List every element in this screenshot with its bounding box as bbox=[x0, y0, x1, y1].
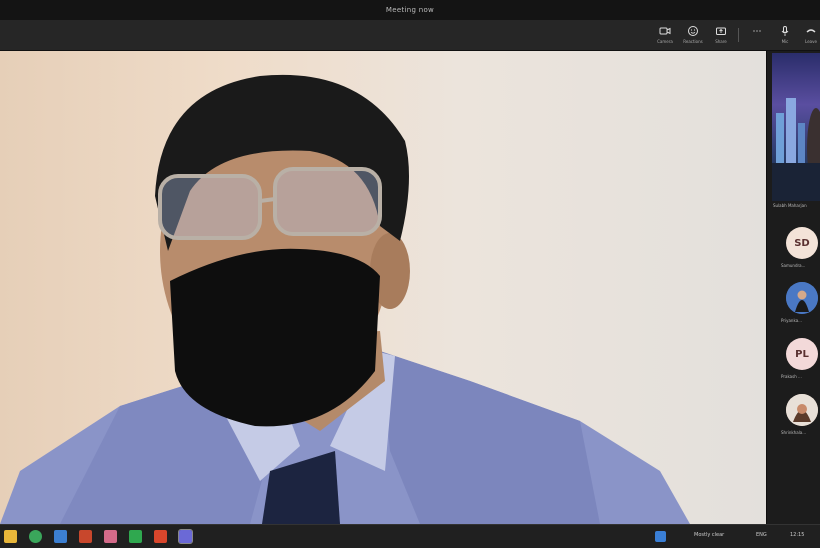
person-photo-icon bbox=[786, 394, 818, 426]
file-explorer-icon[interactable] bbox=[4, 530, 17, 543]
participant-name: Samundra... bbox=[781, 263, 806, 268]
share-label: Share bbox=[715, 39, 727, 44]
powerpoint-icon[interactable] bbox=[79, 530, 92, 543]
featured-participant-name: Sulabh Maharjan bbox=[773, 203, 807, 208]
avatar-photo bbox=[786, 394, 818, 426]
avatar: SD bbox=[786, 227, 818, 259]
leave-button[interactable]: Leave bbox=[800, 23, 820, 47]
participant-tile[interactable]: Shrinkhala... bbox=[772, 394, 820, 444]
camera-button[interactable]: Camera bbox=[652, 23, 678, 47]
store-icon[interactable] bbox=[54, 530, 67, 543]
tray-clock[interactable]: 12:15 bbox=[790, 532, 804, 538]
window-title: Meeting now bbox=[385, 6, 435, 14]
more-icon bbox=[753, 30, 761, 32]
reactions-label: Reactions bbox=[683, 39, 703, 44]
teams-meeting-icon[interactable] bbox=[178, 529, 193, 544]
tray-app-icon[interactable] bbox=[655, 531, 666, 542]
participant-name: Prakash ... bbox=[781, 374, 802, 379]
camera-label: Camera bbox=[657, 39, 673, 44]
person-photo-icon bbox=[786, 282, 818, 314]
photos-icon[interactable] bbox=[104, 530, 117, 543]
participants-rail: Sulabh Maharjan SD Samundra... Priyanka.… bbox=[766, 51, 820, 524]
participant-name: Priyanka... bbox=[781, 318, 802, 323]
title-bar: Meeting now bbox=[0, 0, 820, 20]
media-icon[interactable] bbox=[154, 530, 167, 543]
camera-icon bbox=[659, 27, 671, 35]
mic-icon bbox=[781, 26, 789, 36]
featured-participant-video[interactable] bbox=[772, 53, 820, 201]
leave-label: Leave bbox=[805, 39, 817, 44]
mic-label: Mic bbox=[781, 39, 789, 44]
participant-tile[interactable]: SD Samundra... bbox=[772, 227, 820, 277]
teams-icon[interactable] bbox=[129, 530, 142, 543]
chrome-icon[interactable] bbox=[29, 530, 42, 543]
avatar-photo bbox=[786, 282, 818, 314]
main-video-feed bbox=[0, 51, 766, 524]
tray-language[interactable]: ENG bbox=[756, 532, 767, 538]
meeting-toolbar: Camera Reactions Share Mic Leave bbox=[0, 20, 820, 51]
tray-weather[interactable]: Mostly clear bbox=[694, 532, 724, 538]
avatar: PL bbox=[786, 338, 818, 370]
leave-icon bbox=[806, 29, 816, 33]
mic-button[interactable]: Mic bbox=[772, 23, 798, 47]
reactions-button[interactable]: Reactions bbox=[680, 23, 706, 47]
share-icon bbox=[716, 27, 726, 35]
participant-tile[interactable]: PL Prakash ... bbox=[772, 338, 820, 388]
participant-name: Shrinkhala... bbox=[781, 430, 807, 435]
more-button[interactable] bbox=[744, 23, 770, 47]
smile-icon bbox=[688, 26, 698, 36]
speaker-video-frame bbox=[0, 74, 690, 524]
city-background bbox=[772, 98, 820, 201]
participant-tile[interactable]: Priyanka... bbox=[772, 282, 820, 332]
share-button[interactable]: Share bbox=[708, 23, 734, 47]
windows-taskbar: Mostly clear ENG 12:15 bbox=[0, 524, 820, 548]
toolbar-divider bbox=[738, 28, 739, 42]
